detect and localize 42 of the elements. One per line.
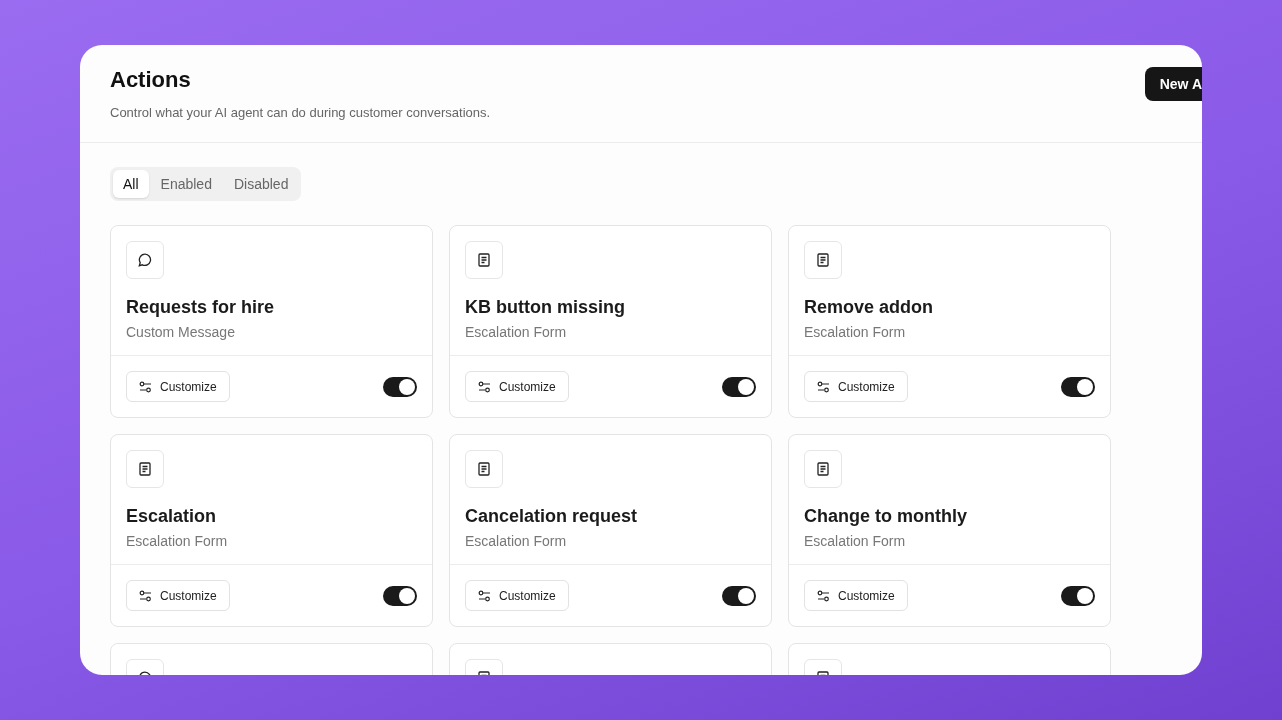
action-title: Change to monthly bbox=[804, 506, 968, 527]
filter-tab[interactable]: All bbox=[113, 170, 149, 198]
page-title: Actions bbox=[110, 67, 192, 93]
toggle-switch[interactable] bbox=[1061, 376, 1095, 397]
toggle-switch[interactable] bbox=[383, 585, 417, 606]
toggle-switch[interactable] bbox=[1061, 585, 1095, 606]
document-icon bbox=[478, 462, 490, 476]
customize-button[interactable]: Customize bbox=[126, 580, 230, 611]
toggle-switch[interactable] bbox=[722, 376, 756, 397]
action-type: Escalation Form bbox=[126, 533, 229, 549]
action-title: Cancelation request bbox=[465, 506, 639, 527]
customize-button[interactable]: Customize bbox=[465, 371, 569, 402]
toggle-switch[interactable] bbox=[383, 376, 417, 397]
filter-tab[interactable]: Enabled bbox=[150, 170, 222, 198]
action-title: KB button missing bbox=[465, 297, 626, 318]
chat-bubble-icon bbox=[138, 253, 152, 267]
customize-button[interactable]: Customize bbox=[126, 371, 230, 402]
new-action-button[interactable]: New A bbox=[1144, 67, 1202, 101]
action-title: Escalation bbox=[126, 506, 218, 527]
page-subtitle: Control what your AI agent can do during customer conversations. bbox=[110, 105, 491, 120]
customize-button[interactable]: Customize bbox=[465, 580, 569, 611]
action-type: Escalation Form bbox=[465, 324, 568, 340]
sliders-icon bbox=[478, 380, 491, 393]
sliders-icon bbox=[817, 380, 830, 393]
sliders-icon bbox=[139, 589, 152, 602]
document-icon bbox=[139, 462, 151, 476]
action-type: Escalation Form bbox=[804, 533, 907, 549]
customize-button[interactable]: Customize bbox=[804, 371, 908, 402]
toggle-switch[interactable] bbox=[722, 585, 756, 606]
document-icon bbox=[817, 253, 829, 267]
sliders-icon bbox=[817, 589, 830, 602]
sliders-icon bbox=[139, 380, 152, 393]
action-title: Requests for hire bbox=[126, 297, 276, 318]
customize-button[interactable]: Customize bbox=[804, 580, 908, 611]
action-type: Escalation Form bbox=[465, 533, 568, 549]
action-title: Remove addon bbox=[804, 297, 935, 318]
document-icon bbox=[478, 253, 490, 267]
document-icon bbox=[817, 462, 829, 476]
sliders-icon bbox=[478, 589, 491, 602]
filter-tab[interactable]: Disabled bbox=[223, 170, 299, 198]
action-type: Escalation Form bbox=[804, 324, 907, 340]
action-type: Custom Message bbox=[126, 324, 236, 340]
